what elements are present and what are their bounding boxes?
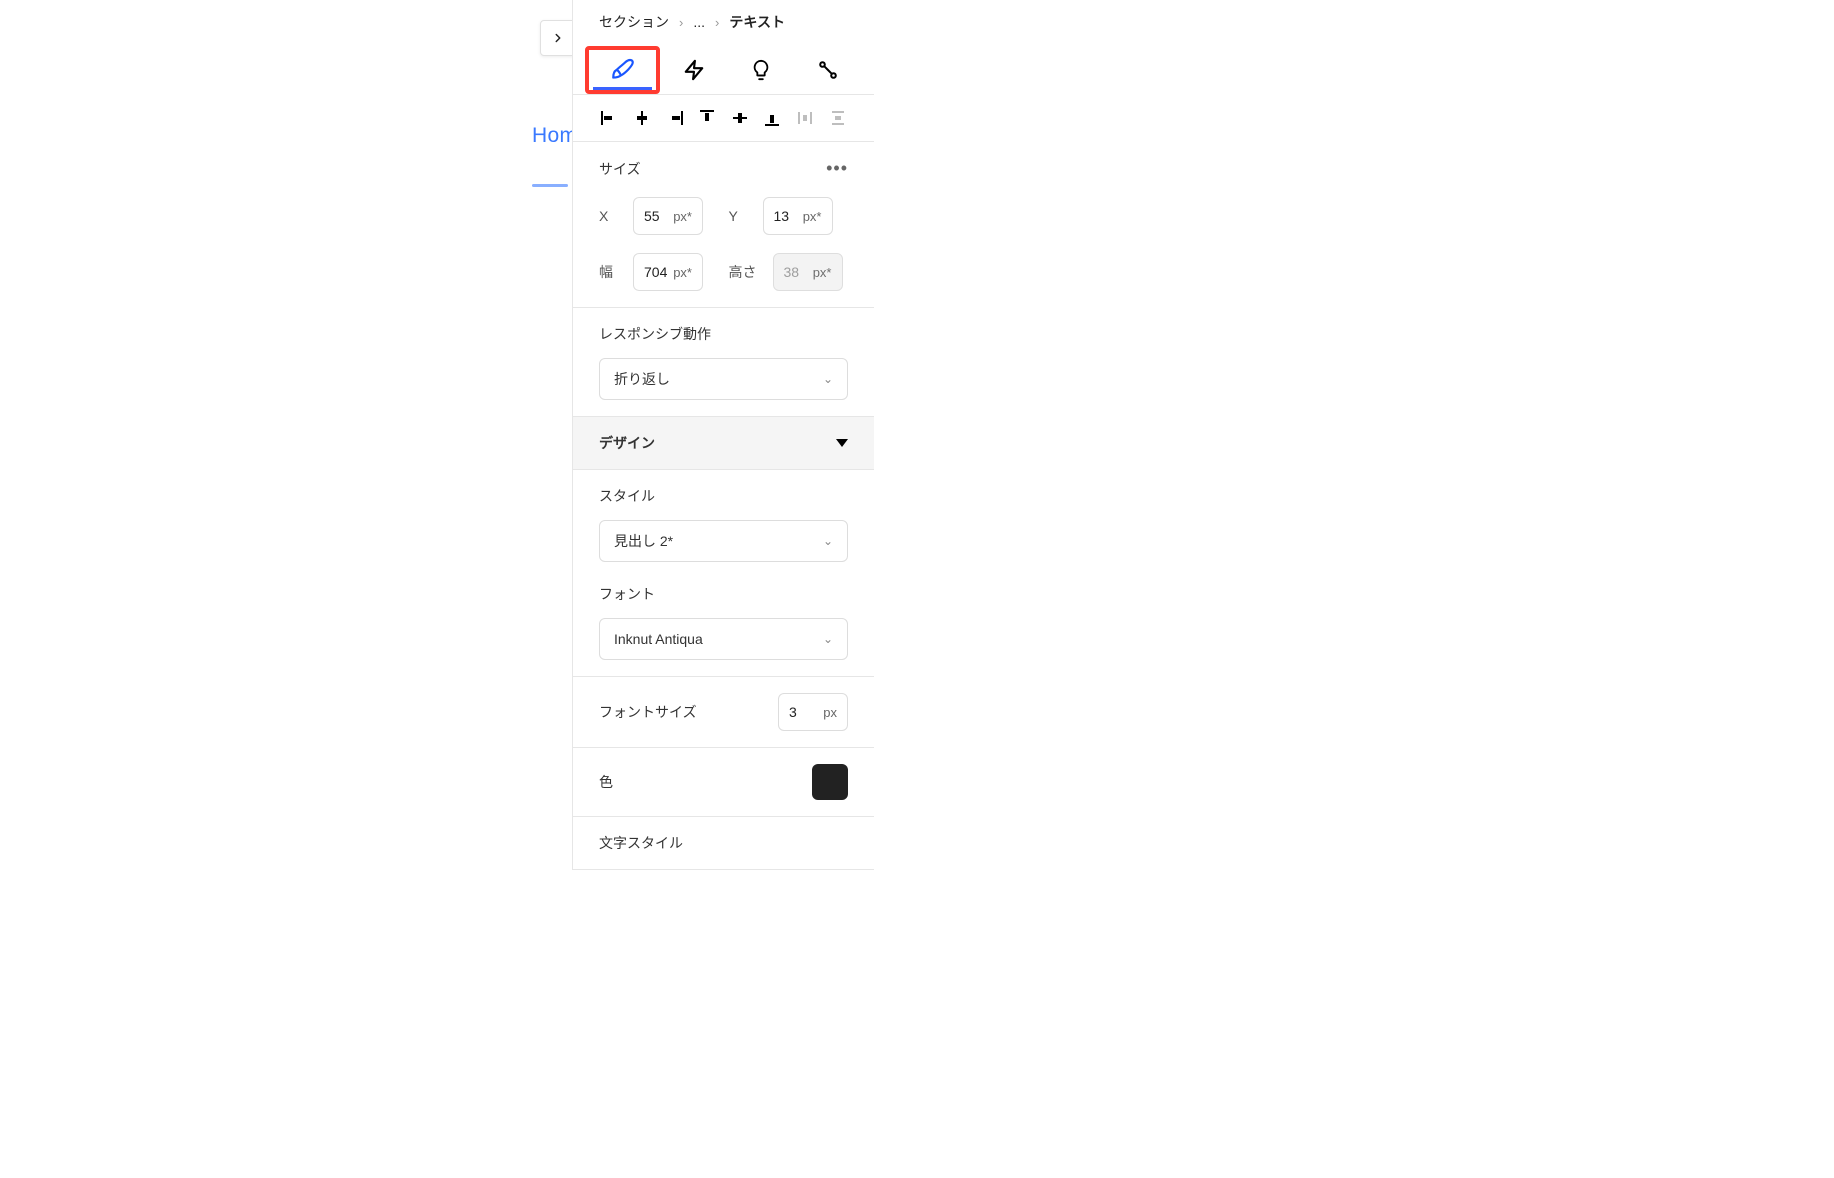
size-title: サイズ: [599, 159, 641, 179]
lightning-icon: [683, 59, 705, 81]
x-input[interactable]: 55 px*: [633, 197, 703, 235]
width-label: 幅: [599, 262, 623, 282]
color-title: 色: [599, 772, 613, 792]
chevron-right-icon: [551, 31, 565, 45]
chevron-down-icon: ⌄: [823, 372, 833, 386]
breadcrumb: セクション › ... › テキスト: [573, 0, 874, 42]
chevron-down-icon: ⌄: [823, 534, 833, 548]
style-select[interactable]: 見出し 2* ⌄: [599, 520, 848, 562]
y-unit: px*: [803, 209, 822, 224]
canvas-home-text: Hom: [532, 124, 577, 148]
distribute-v-button: [827, 107, 848, 129]
text-style-header: 文字スタイル: [599, 833, 848, 853]
font-size-section: フォントサイズ 3 px: [573, 677, 874, 748]
tab-animation[interactable]: [660, 46, 727, 94]
connection-icon: [816, 59, 840, 81]
x-unit: px*: [673, 209, 692, 224]
font-value: Inknut Antiqua: [614, 631, 703, 647]
align-right-icon: [666, 109, 684, 127]
tab-interactions[interactable]: [728, 46, 795, 94]
width-value: 704: [644, 264, 667, 280]
tab-code[interactable]: [795, 46, 862, 94]
align-bottom-button[interactable]: [762, 107, 783, 129]
alignment-toolbar: [573, 95, 874, 142]
font-size-unit: px: [823, 705, 837, 720]
align-right-button[interactable]: [664, 107, 685, 129]
breadcrumb-current: テキスト: [729, 12, 785, 32]
tab-bar: [573, 42, 874, 95]
size-section: サイズ ••• X 55 px* Y 13 px* 幅: [573, 142, 874, 308]
y-label: Y: [729, 208, 753, 224]
responsive-select[interactable]: 折り返し ⌄: [599, 358, 848, 400]
style-value: 見出し 2*: [614, 531, 673, 551]
canvas-underline: [532, 184, 568, 187]
width-unit: px*: [673, 265, 692, 280]
font-header: フォント: [599, 584, 848, 604]
x-label: X: [599, 208, 623, 224]
responsive-title: レスポンシブ動作: [599, 324, 711, 344]
text-style-title: 文字スタイル: [599, 833, 683, 853]
chevron-down-icon: ⌄: [823, 632, 833, 646]
responsive-section: レスポンシブ動作 折り返し ⌄: [573, 308, 874, 417]
chevron-right-icon: ›: [715, 15, 719, 30]
height-unit: px*: [813, 265, 832, 280]
font-size-input[interactable]: 3 px: [778, 693, 848, 731]
style-title: スタイル: [599, 486, 655, 506]
align-center-h-icon: [633, 109, 651, 127]
y-value: 13: [774, 208, 790, 224]
text-style-section: 文字スタイル: [573, 817, 874, 870]
design-title: デザイン: [599, 433, 655, 453]
inspector-panel: セクション › ... › テキスト: [572, 0, 874, 870]
design-section-header[interactable]: デザイン: [573, 417, 874, 470]
align-center-v-icon: [731, 109, 749, 127]
responsive-header: レスポンシブ動作: [599, 324, 848, 344]
size-header: サイズ •••: [599, 158, 848, 179]
font-title: フォント: [599, 584, 655, 604]
font-section: フォント Inknut Antiqua ⌄: [573, 568, 874, 677]
breadcrumb-root[interactable]: セクション: [599, 12, 669, 32]
font-size-title: フォントサイズ: [599, 702, 697, 722]
size-more-button[interactable]: •••: [826, 158, 848, 179]
distribute-h-button: [795, 107, 816, 129]
font-select[interactable]: Inknut Antiqua ⌄: [599, 618, 848, 660]
distribute-v-icon: [829, 109, 847, 127]
caret-down-icon: [836, 439, 848, 447]
height-value: 38: [784, 264, 800, 280]
width-input[interactable]: 704 px*: [633, 253, 703, 291]
height-label: 高さ: [729, 262, 763, 282]
align-center-v-button[interactable]: [730, 107, 751, 129]
tab-design[interactable]: [585, 46, 660, 94]
expand-panel-button[interactable]: [540, 20, 576, 56]
height-input: 38 px*: [773, 253, 843, 291]
align-top-button[interactable]: [697, 107, 718, 129]
y-input[interactable]: 13 px*: [763, 197, 833, 235]
align-top-icon: [698, 109, 716, 127]
align-center-h-button[interactable]: [632, 107, 653, 129]
chevron-right-icon: ›: [679, 15, 683, 30]
align-left-icon: [600, 109, 618, 127]
style-header: スタイル: [599, 486, 848, 506]
color-swatch[interactable]: [812, 764, 848, 800]
align-bottom-icon: [763, 109, 781, 127]
x-value: 55: [644, 208, 660, 224]
responsive-value: 折り返し: [614, 369, 670, 389]
style-section: スタイル 見出し 2* ⌄: [573, 470, 874, 568]
brush-icon: [610, 57, 636, 83]
font-size-value: 3: [789, 704, 797, 720]
breadcrumb-ellipsis[interactable]: ...: [693, 14, 705, 30]
lightbulb-icon: [750, 58, 772, 82]
distribute-h-icon: [796, 109, 814, 127]
align-left-button[interactable]: [599, 107, 620, 129]
color-section: 色: [573, 748, 874, 817]
